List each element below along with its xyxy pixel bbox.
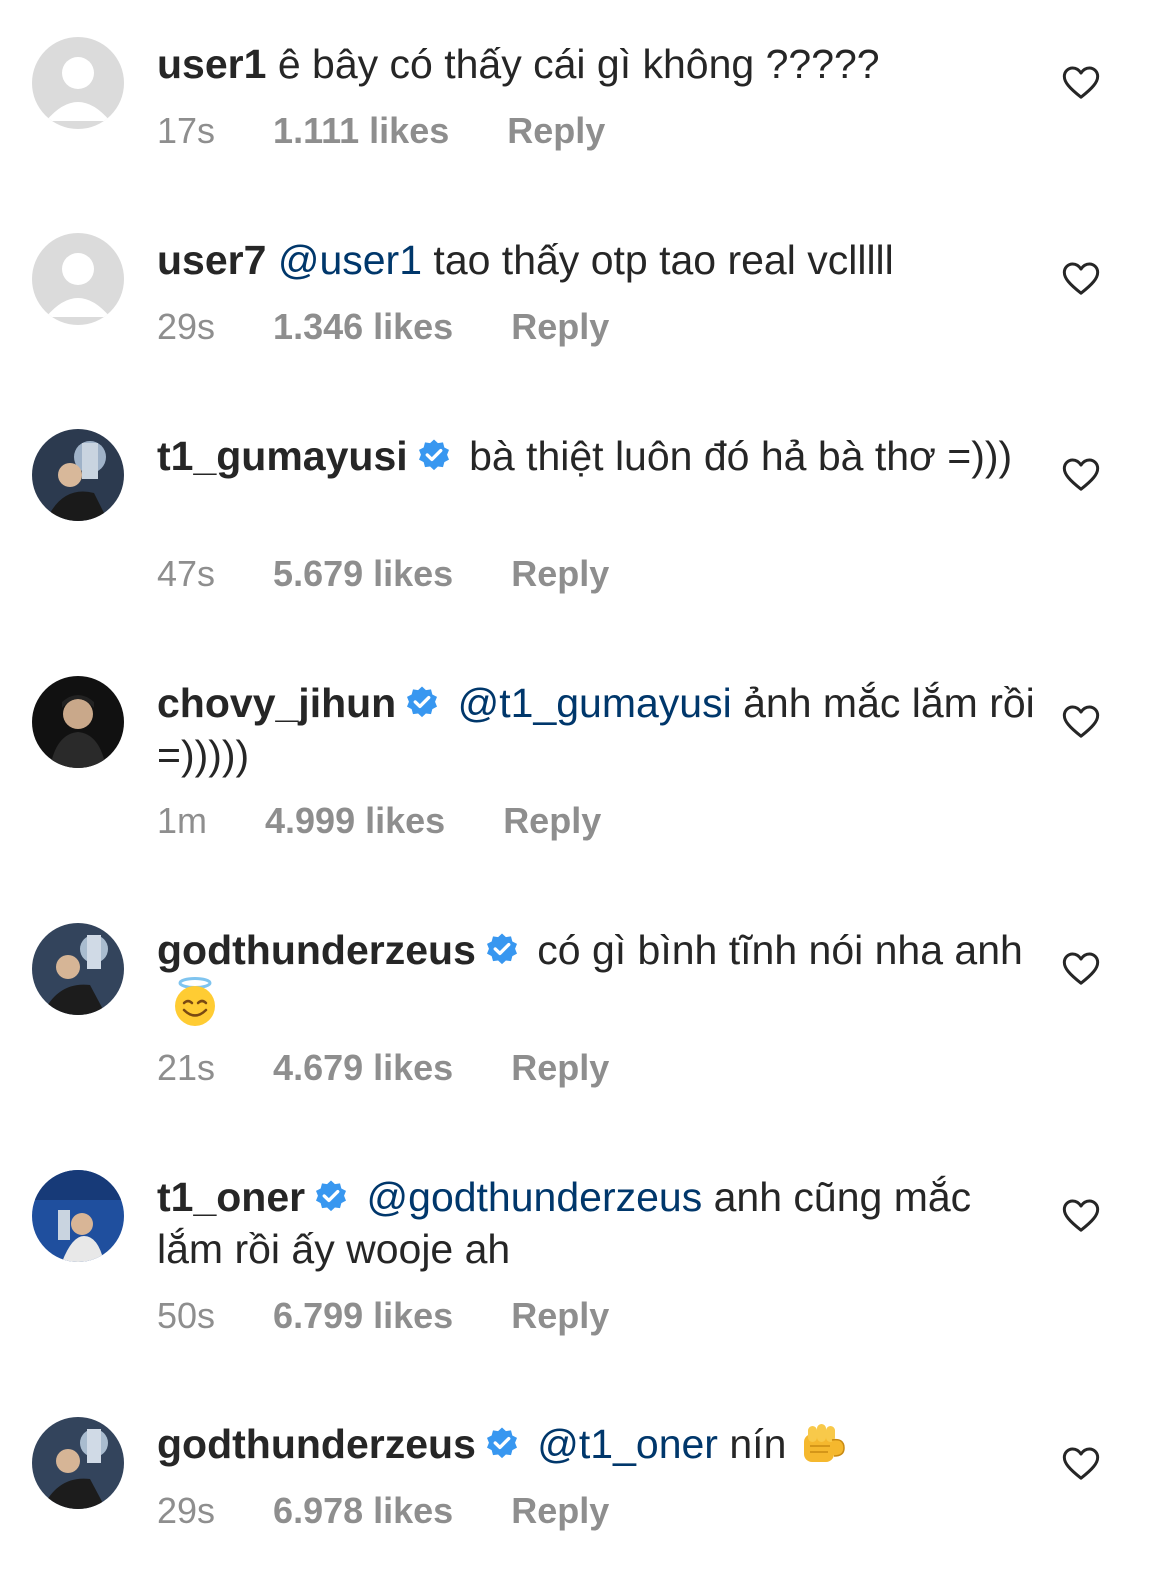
likes-count[interactable]: 6.799 likes	[273, 1296, 453, 1336]
mention-link[interactable]: @godthunderzeus	[367, 1174, 703, 1220]
username[interactable]: t1_oner	[157, 1174, 305, 1220]
comment-body: nín	[729, 1421, 787, 1467]
avatar[interactable]	[32, 37, 124, 129]
username[interactable]: user1	[157, 41, 266, 87]
comment-body: tao thấy otp tao real vclllll	[433, 237, 894, 283]
timestamp: 17s	[157, 110, 216, 151]
reply-button[interactable]: Reply	[511, 1048, 609, 1088]
reply-button[interactable]: Reply	[511, 554, 609, 594]
username[interactable]: user7	[157, 237, 266, 283]
mention-link[interactable]: @user1	[278, 237, 422, 283]
smiling-face-with-halo-icon	[169, 976, 221, 1028]
mention-link[interactable]: @t1_oner	[537, 1421, 718, 1467]
avatar[interactable]	[32, 233, 124, 325]
mention-link[interactable]: @t1_gumayusi	[458, 680, 732, 726]
avatar[interactable]	[32, 923, 124, 1015]
fist-icon	[798, 1418, 850, 1470]
username[interactable]: godthunderzeus	[157, 1421, 476, 1467]
verified-badge-icon	[416, 438, 452, 474]
avatar[interactable]	[32, 429, 124, 521]
comment-text: godthunderzeus @t1_oner nín	[157, 1418, 1037, 1470]
likes-count[interactable]: 4.999 likes	[265, 801, 445, 841]
heart-icon[interactable]	[1061, 1196, 1101, 1236]
avatar[interactable]	[32, 676, 124, 768]
reply-button[interactable]: Reply	[503, 801, 601, 841]
likes-count[interactable]: 4.679 likes	[273, 1048, 453, 1088]
comment-body: ê bây có thấy cái gì không ?????	[277, 41, 880, 87]
verified-badge-icon	[484, 1426, 520, 1462]
reply-button[interactable]: Reply	[511, 1296, 609, 1336]
comment-meta: 50s 6.799 likes Reply	[157, 1296, 609, 1336]
comment-body: bà thiệt luôn đó hả bà thơ =)))	[469, 433, 1013, 479]
comment-text: t1_oner @godthunderzeus anh cũng mắc lắm…	[157, 1171, 1037, 1275]
heart-icon[interactable]	[1061, 949, 1101, 989]
likes-count[interactable]: 5.679 likes	[273, 554, 453, 594]
timestamp: 47s	[157, 553, 216, 594]
timestamp: 29s	[157, 306, 216, 347]
likes-count[interactable]: 1.111 likes	[273, 111, 449, 151]
comment-meta: 47s 5.679 likes Reply	[157, 554, 609, 594]
comment-meta: 21s 4.679 likes Reply	[157, 1048, 609, 1088]
comment-text: chovy_jihun @t1_gumayusi ảnh mắc lắm rồi…	[157, 677, 1037, 781]
comment-meta: 29s 1.346 likes Reply	[157, 307, 609, 347]
avatar[interactable]	[32, 1417, 124, 1509]
verified-badge-icon	[484, 932, 520, 968]
comment-meta: 1m 4.999 likes Reply	[157, 801, 601, 841]
heart-icon[interactable]	[1061, 702, 1101, 742]
timestamp: 29s	[157, 1490, 216, 1531]
heart-icon[interactable]	[1061, 259, 1101, 299]
avatar[interactable]	[32, 1170, 124, 1262]
verified-badge-icon	[313, 1179, 349, 1215]
comment-text: t1_gumayusi bà thiệt luôn đó hả bà thơ =…	[157, 430, 1037, 482]
reply-button[interactable]: Reply	[507, 111, 605, 151]
reply-button[interactable]: Reply	[511, 307, 609, 347]
comment-text: user7 @user1 tao thấy otp tao real vclll…	[157, 234, 1037, 286]
comment-body: có gì bình tĩnh nói nha anh	[537, 927, 1023, 973]
comment-meta: 29s 6.978 likes Reply	[157, 1491, 609, 1531]
timestamp: 21s	[157, 1047, 216, 1088]
comment-text: user1 ê bây có thấy cái gì không ?????	[157, 38, 1037, 90]
timestamp: 1m	[157, 800, 208, 841]
username[interactable]: godthunderzeus	[157, 927, 476, 973]
comment-meta: 17s 1.111 likes Reply	[157, 111, 605, 151]
username[interactable]: chovy_jihun	[157, 680, 396, 726]
heart-icon[interactable]	[1061, 1444, 1101, 1484]
timestamp: 50s	[157, 1295, 216, 1336]
verified-badge-icon	[404, 685, 440, 721]
heart-icon[interactable]	[1061, 455, 1101, 495]
heart-icon[interactable]	[1061, 63, 1101, 103]
comment-text: godthunderzeus có gì bình tĩnh nói nha a…	[157, 924, 1037, 1028]
likes-count[interactable]: 1.346 likes	[273, 307, 453, 347]
username[interactable]: t1_gumayusi	[157, 433, 408, 479]
likes-count[interactable]: 6.978 likes	[273, 1491, 453, 1531]
reply-button[interactable]: Reply	[511, 1491, 609, 1531]
